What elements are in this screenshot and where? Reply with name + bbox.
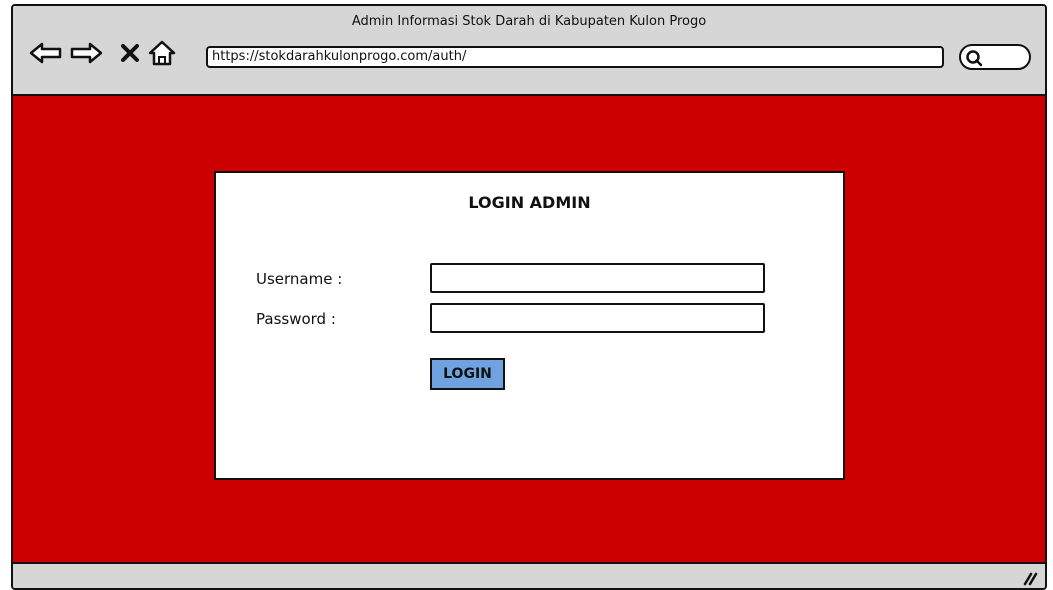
- resize-grip-icon[interactable]: [1021, 568, 1039, 586]
- search-icon: [966, 50, 983, 67]
- search-button[interactable]: [959, 44, 1031, 70]
- address-bar[interactable]: https://stokdarahkulonprogo.com/auth/: [206, 46, 944, 68]
- page-content: LOGIN ADMIN Username : Password : LOGIN: [13, 96, 1045, 564]
- forward-button[interactable]: [69, 40, 103, 66]
- browser-window: Admin Informasi Stok Darah di Kabupaten …: [11, 4, 1047, 590]
- password-label: Password :: [256, 310, 336, 328]
- close-icon: [121, 44, 139, 62]
- login-card: LOGIN ADMIN Username : Password : LOGIN: [214, 171, 845, 480]
- stop-button[interactable]: [119, 40, 141, 66]
- username-label: Username :: [256, 270, 343, 288]
- password-input[interactable]: [430, 303, 765, 333]
- arrow-right-icon: [70, 42, 103, 64]
- username-input[interactable]: [430, 263, 765, 293]
- login-button[interactable]: LOGIN: [430, 358, 505, 390]
- browser-toolbar: Admin Informasi Stok Darah di Kabupaten …: [13, 6, 1045, 96]
- login-title: LOGIN ADMIN: [468, 193, 591, 212]
- status-bar: [13, 562, 1045, 588]
- home-button[interactable]: [147, 40, 177, 66]
- window-title: Admin Informasi Stok Darah di Kabupaten …: [351, 14, 707, 29]
- back-button[interactable]: [29, 40, 63, 66]
- arrow-left-icon: [29, 42, 62, 64]
- home-icon: [148, 40, 176, 66]
- address-bar-url: https://stokdarahkulonprogo.com/auth/: [212, 49, 467, 64]
